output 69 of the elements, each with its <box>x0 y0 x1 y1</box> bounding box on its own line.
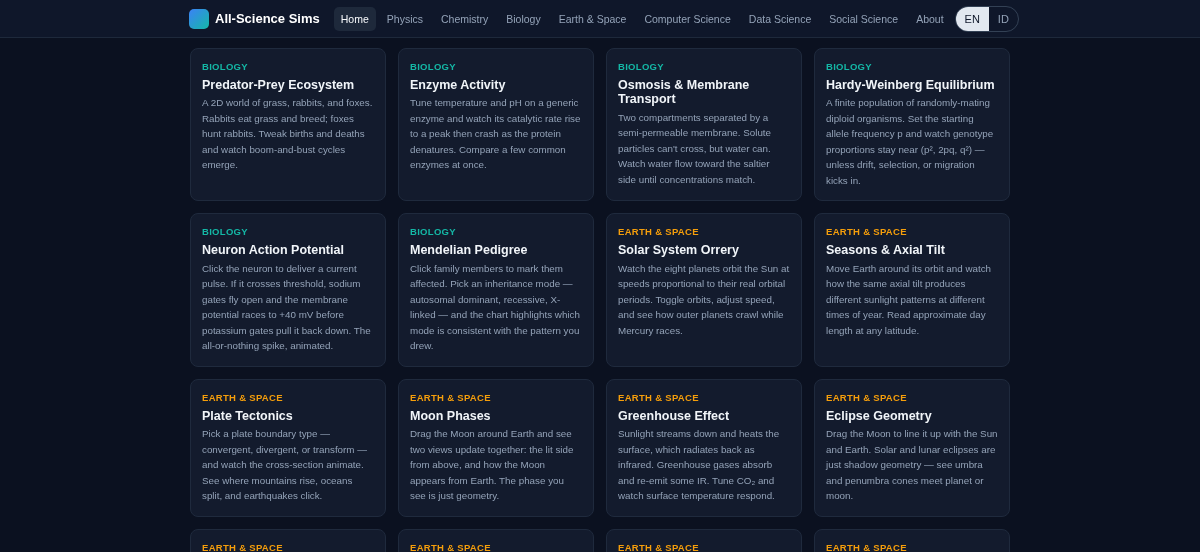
sim-card[interactable]: EARTH & SPACE <box>606 528 802 552</box>
card-title: Enzyme Activity <box>410 78 507 93</box>
card-title: Eclipse Geometry <box>826 408 933 424</box>
card-description: Watch the eight planets orbit the Sun at speeds proportional to their real orbital periods. Toggle orbits, adjust speed, and see how outer planets crawl while Mercury races. <box>618 261 790 338</box>
logo-icon <box>189 8 209 29</box>
sim-card[interactable]: BIOLOGY Predator-Prey Ecosystem A 2D world of grass, rabbits, and foxes. Rabbits eat grass and breed; foxes hunt rabbits. Tweak births and deaths and watch boom-and-bust cycles emerge. <box>190 48 386 202</box>
card-description: Move Earth around its orbit and watch how the same axial tilt produces different sunlight patterns at different times of year. Read approximate day length at any latitude. <box>826 261 992 338</box>
sim-card[interactable] <box>190 213 386 367</box>
category-label: EARTH & SPACE <box>202 541 284 552</box>
nav-link[interactable]: Physics <box>379 6 430 31</box>
sim-card[interactable]: EARTH & SPACE Plate Tectonics Pick a plate boundary type — convergent, divergent, or transform — and watch the cross-section animate. See where mountains rise, oceans split, and earthquakes click. <box>190 378 386 517</box>
card-title: Greenhouse Effect <box>618 408 731 424</box>
nav-link[interactable]: Computer Science <box>637 6 738 31</box>
category-label: EARTH & SPACE <box>202 391 284 403</box>
card-title: Moon Phases <box>410 408 492 424</box>
card-title: Seasons & Axial Tilt <box>826 243 946 258</box>
nav-link[interactable]: Data Science <box>741 6 819 31</box>
sim-card[interactable] <box>606 378 802 517</box>
category-label: EARTH & SPACE <box>618 541 700 552</box>
card-description: Click the neuron to deliver a current pulse. If it crosses threshold, sodium gates fly open and the membrane potential races to +40 mV before potassium gates pull it back down. The all-or-nothing spike, animated. <box>202 261 372 354</box>
sim-card[interactable]: EARTH & SPACE <box>398 528 594 552</box>
language-button[interactable]: ID <box>988 6 1018 31</box>
sim-card[interactable]: BIOLOGY Enzyme Activity Tune temperature and pH on a generic enzyme and watch its catalytic rate rise to a peak then crash as the protein denatures. Compare a few common enzymes at once. <box>398 48 594 202</box>
category-label: EARTH & SPACE <box>618 391 700 403</box>
card-description: Two compartments separated by a semi-permeable membrane. Solute particles can't cross, but water can. Watch water flow toward the saltier side until concentrations match. <box>618 110 772 187</box>
sim-card[interactable]: EARTH & SPACE Moon Phases Drag the Moon around Earth and see two views update together: the lit side from above, and how the Moon appears from Earth. The phase you see is just geometry. <box>398 378 594 517</box>
sim-card[interactable] <box>398 213 594 367</box>
card-description: Click family members to mark them affected. Pick an inheritance mode — autosomal dominant, recessive, X-linked — and the chart highlights which mode is consistent with the pattern you drew. <box>410 261 581 354</box>
card-description: Pick a plate boundary type — convergent, divergent, or transform — and watch the cross-section animate. See where mountains rise, oceans split, and earthquakes click. <box>202 427 368 504</box>
category-label: EARTH & SPACE <box>826 541 908 552</box>
card-title: Osmosis & Membrane Transport <box>618 78 751 107</box>
category-label: BIOLOGY <box>202 61 249 72</box>
category-label: BIOLOGY <box>410 61 457 72</box>
card-title: Solar System Orrery <box>618 243 740 258</box>
card-description: A 2D world of grass, rabbits, and foxes. Rabbits eat grass and breed; foxes hunt rabbits. Tweak births and deaths and watch boom-and-bust cycles emerge. <box>202 96 374 173</box>
category-label: EARTH & SPACE <box>410 541 492 552</box>
card-description: A finite population of randomly-mating diploid organisms. Set the starting allele frequency p and watch genotype proportions stay near (p², 2pq, q²) — unless drift, selection, or migration kicks in. <box>826 96 995 188</box>
card-title: Predator-Prey Ecosystem <box>202 78 356 93</box>
nav-link[interactable]: Home <box>333 6 376 31</box>
language-button[interactable]: EN <box>955 6 989 31</box>
sim-card[interactable]: EARTH & SPACE <box>190 528 386 552</box>
category-label: EARTH & SPACE <box>826 391 908 403</box>
nav-link[interactable]: Social Science <box>822 6 906 31</box>
card-description: Drag the Moon around Earth and see two views update together: the lit side from above, and how the Moon appears from Earth. The phase you see is just geometry. <box>410 427 575 504</box>
card-title: Mendelian Pedigree <box>410 243 529 258</box>
category-label: BIOLOGY <box>410 226 457 238</box>
brand-title[interactable]: All-Science Sims <box>215 11 320 26</box>
card-description: Tune temperature and pH on a generic enzyme and watch its catalytic rate rise to a peak then crash as the protein denatures. Compare a few common enzymes at once. <box>410 96 582 173</box>
card-title: Plate Tectonics <box>202 408 294 424</box>
card-description: Sunlight streams down and heats the surface, which radiates back as infrared. Greenhouse gases absorb and re-emit some IR. Tune CO₂ and watch surface temperature respond. <box>618 427 781 504</box>
nav-link[interactable]: Earth & Space <box>551 6 634 31</box>
sim-card[interactable]: EARTH & SPACE Eclipse Geometry Drag the Moon to line it up with the Sun and Earth. Solar and lunar eclipses are just shadow geometry — see umbra and penumbra cones meet planet or moon. <box>814 378 1010 517</box>
sim-card[interactable] <box>606 48 802 202</box>
card-title: Hardy-Weinberg Equilibrium <box>826 78 996 93</box>
category-label: BIOLOGY <box>202 226 249 238</box>
category-label: BIOLOGY <box>618 61 665 72</box>
category-label: EARTH & SPACE <box>826 226 908 238</box>
card-description: Drag the Moon to line it up with the Sun and Earth. Solar and lunar eclipses are just shadow geometry — see umbra and penumbra cones meet planet or moon. <box>826 427 998 504</box>
category-label: BIOLOGY <box>826 61 873 72</box>
sim-card[interactable]: EARTH & SPACE <box>814 528 1010 552</box>
category-label: EARTH & SPACE <box>618 226 700 238</box>
nav-link[interactable]: Chemistry <box>434 6 496 31</box>
sim-card[interactable] <box>814 48 1010 202</box>
nav-link[interactable]: Biology <box>499 6 548 31</box>
nav-link[interactable]: About <box>909 6 951 31</box>
category-label: EARTH & SPACE <box>410 391 492 403</box>
sim-card[interactable] <box>606 213 802 367</box>
sim-card[interactable] <box>814 213 1010 367</box>
card-title: Neuron Action Potential <box>202 243 345 258</box>
